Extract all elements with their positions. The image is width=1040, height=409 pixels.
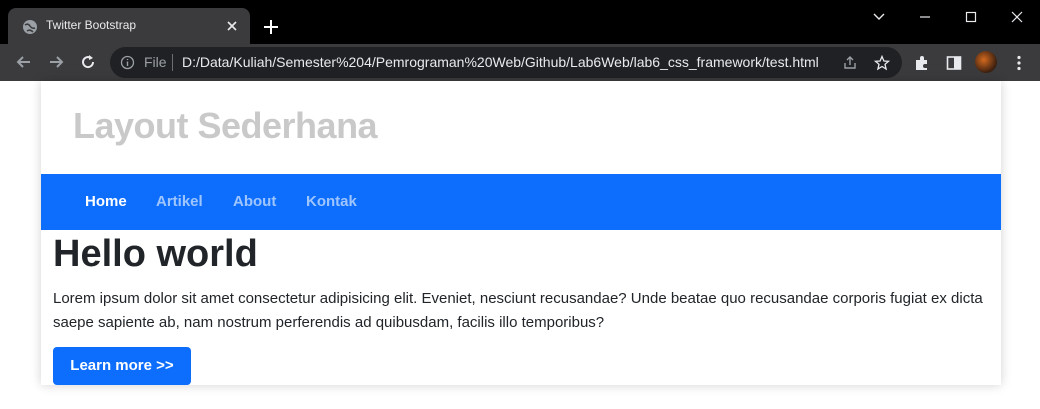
side-panel-icon[interactable]: [945, 54, 963, 72]
profile-avatar[interactable]: [975, 51, 997, 73]
tab-search-icon[interactable]: [856, 6, 902, 28]
close-tab-icon[interactable]: [224, 18, 240, 34]
learn-more-button[interactable]: Learn more >>: [53, 347, 191, 385]
tab-title: Twitter Bootstrap: [46, 18, 137, 32]
info-icon[interactable]: [120, 55, 135, 70]
address-bar[interactable]: File D:/Data/Kuliah/Semester%204/Pemrogr…: [110, 47, 902, 78]
forward-icon[interactable]: [46, 52, 66, 72]
page-viewport: Layout Sederhana Home Artikel About Kont…: [0, 81, 1040, 409]
maximize-icon[interactable]: [948, 6, 994, 28]
reload-icon[interactable]: [78, 52, 98, 72]
bookmark-star-icon[interactable]: [873, 54, 891, 71]
browser-tab[interactable]: Twitter Bootstrap: [8, 8, 250, 44]
page-container: Layout Sederhana Home Artikel About Kont…: [41, 81, 1001, 385]
browser-toolbar: File D:/Data/Kuliah/Semester%204/Pemrogr…: [0, 44, 1040, 81]
close-window-icon[interactable]: [994, 6, 1040, 28]
nav-artikel[interactable]: Artikel: [156, 193, 203, 210]
browser-tab-strip: Twitter Bootstrap: [0, 0, 1040, 44]
share-icon[interactable]: [842, 55, 858, 71]
back-icon[interactable]: [14, 52, 34, 72]
globe-icon: [22, 19, 38, 35]
nav-about[interactable]: About: [233, 193, 276, 210]
hero-title: Hello world: [53, 233, 258, 275]
scheme-label: File: [144, 54, 167, 70]
more-menu-icon[interactable]: [1010, 54, 1028, 72]
url-text[interactable]: D:/Data/Kuliah/Semester%204/Pemrograman%…: [182, 54, 819, 70]
hero-text: Lorem ipsum dolor sit amet consectetur a…: [53, 290, 983, 331]
address-separator: [172, 54, 173, 71]
nav-home[interactable]: Home: [85, 193, 127, 210]
new-tab-icon[interactable]: [262, 18, 280, 36]
nav-kontak[interactable]: Kontak: [306, 193, 357, 210]
main-navbar: Home Artikel About Kontak: [41, 174, 1001, 230]
site-title: Layout Sederhana: [73, 105, 378, 146]
minimize-icon[interactable]: [902, 6, 948, 28]
extensions-puzzle-icon[interactable]: [913, 54, 931, 72]
